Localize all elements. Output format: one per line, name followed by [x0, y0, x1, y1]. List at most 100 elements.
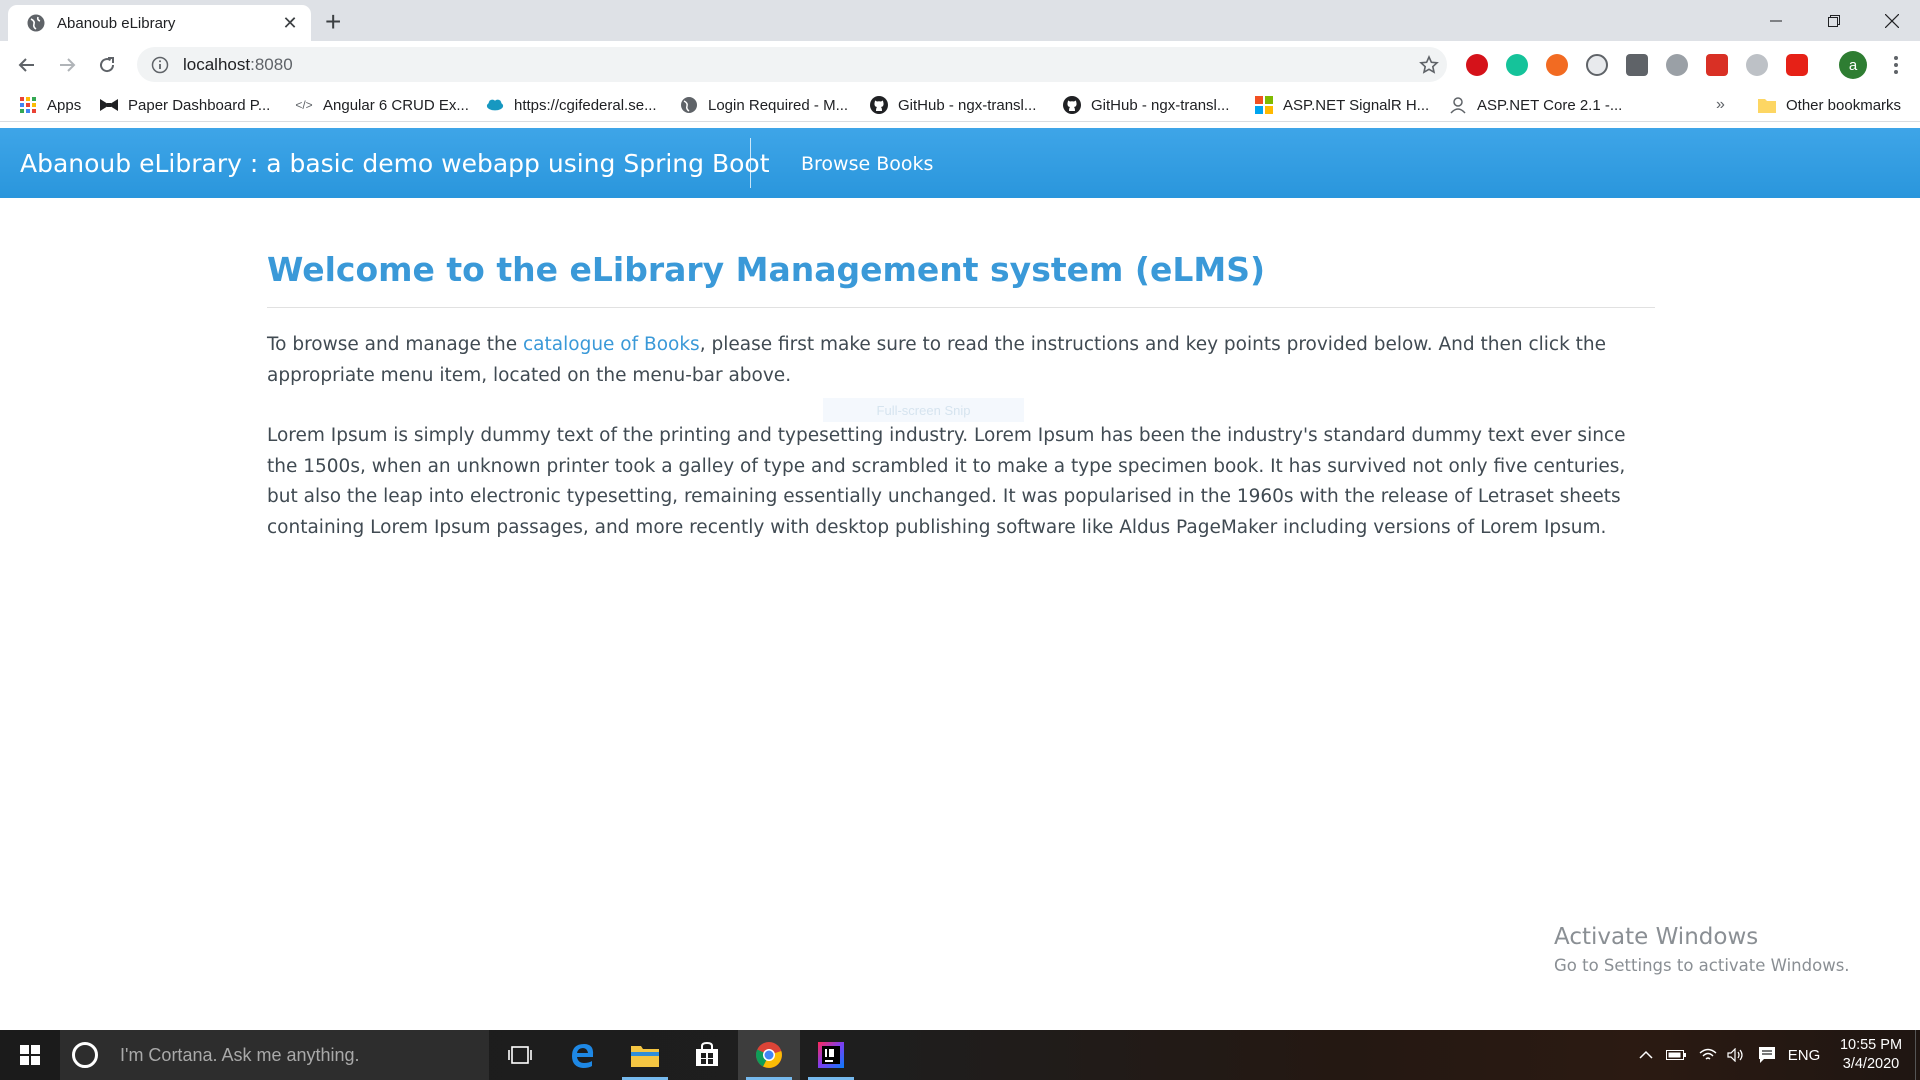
bookmark-star-icon[interactable]	[1411, 54, 1447, 75]
restore-icon	[1828, 14, 1840, 27]
bookmark-label: Angular 6 CRUD Ex...	[323, 96, 469, 114]
main-content: Welcome to the eLibrary Management syste…	[267, 250, 1655, 543]
bookmark-label: ASP.NET Core 2.1 -...	[1477, 96, 1623, 114]
action-center-button[interactable]	[1752, 1030, 1782, 1080]
task-view-icon	[508, 1046, 532, 1064]
bookmark-github-2[interactable]: GitHub - ngx-transl...	[1063, 93, 1229, 117]
browser-menu-icon[interactable]	[1886, 53, 1906, 77]
chevron-up-icon	[1639, 1050, 1653, 1059]
bookmark-label: Apps	[47, 96, 82, 114]
bookmark-aspnet-core[interactable]: ASP.NET Core 2.1 -...	[1449, 93, 1622, 117]
bookmark-label: Paper Dashboard P...	[128, 96, 271, 114]
back-arrow-icon	[18, 58, 34, 72]
watermark-title: Activate Windows	[1554, 924, 1759, 950]
extension-red-icon[interactable]	[1706, 54, 1728, 76]
microsoft-icon	[1255, 96, 1273, 114]
dark-mode-icon[interactable]	[1586, 54, 1608, 76]
bookmarks-bar: Apps Paper Dashboard P... </> Angular 6 …	[0, 88, 1920, 122]
catalogue-link[interactable]: catalogue of Books	[523, 334, 700, 355]
restore-window-button[interactable]	[1805, 0, 1863, 41]
forward-arrow-icon	[60, 58, 76, 72]
bookmark-signalr[interactable]: ASP.NET SignalR H...	[1255, 93, 1429, 117]
extension-cloud-icon[interactable]	[1746, 54, 1768, 76]
cortana-search-box[interactable]: I'm Cortana. Ask me anything.	[60, 1030, 489, 1080]
cortana-icon	[72, 1042, 98, 1068]
bookmark-label: ASP.NET SignalR H...	[1283, 96, 1430, 114]
forward-button[interactable]	[50, 48, 84, 82]
nav-browse-books[interactable]: Browse Books	[801, 153, 933, 175]
url-text[interactable]: localhost:8080	[183, 55, 1411, 75]
extension-orange-icon[interactable]	[1546, 54, 1568, 76]
globe-icon	[27, 14, 45, 32]
grammarly-icon[interactable]	[1506, 54, 1528, 76]
clock-date: 3/4/2020	[1842, 1056, 1900, 1072]
store-icon	[696, 1042, 718, 1066]
snip-tooltip: Full-screen Snip	[823, 398, 1024, 422]
browser-toolbar: localhost:8080 a	[0, 41, 1920, 88]
apps-grid-icon	[19, 96, 37, 114]
intro-text-start: To browse and manage the	[267, 334, 524, 355]
windows-logo-icon	[20, 1045, 40, 1065]
new-tab-button[interactable]: +	[325, 6, 341, 38]
taskbar-intellij[interactable]	[800, 1030, 862, 1080]
app-navbar: Abanoub eLibrary : a basic demo webapp u…	[0, 128, 1920, 198]
folder-icon	[631, 1046, 659, 1067]
bookmark-github-1[interactable]: GitHub - ngx-transl...	[870, 93, 1036, 117]
windows-activation-watermark: Activate Windows Go to Settings to activ…	[1554, 924, 1850, 975]
input-language[interactable]: ENG	[1784, 1030, 1824, 1080]
bookmark-paper-dashboard[interactable]: Paper Dashboard P...	[100, 93, 270, 117]
browser-tab[interactable]: Abanoub eLibrary ✕	[8, 5, 311, 41]
windows-taskbar: I'm Cortana. Ask me anything. ENG 10:55 …	[0, 1030, 1920, 1080]
bookmark-angular-crud[interactable]: </> Angular 6 CRUD Ex...	[295, 93, 469, 117]
close-window-button[interactable]	[1863, 0, 1920, 41]
taskbar-edge[interactable]	[552, 1030, 614, 1080]
back-button[interactable]	[10, 48, 44, 82]
start-button[interactable]	[0, 1030, 60, 1080]
bookmark-cgifederal[interactable]: https://cgifederal.se...	[486, 93, 657, 117]
other-bookmarks-folder[interactable]: Other bookmarks	[1758, 93, 1901, 117]
extension-dots-icon[interactable]	[1666, 54, 1688, 76]
taskbar-chrome[interactable]	[738, 1030, 800, 1080]
show-desktop-button[interactable]	[1915, 1030, 1920, 1080]
reload-button[interactable]	[90, 48, 124, 82]
bookmark-label: Other bookmarks	[1786, 96, 1902, 114]
edge-icon	[572, 1044, 594, 1068]
avatar-icon	[1449, 96, 1467, 114]
task-view-button[interactable]	[489, 1030, 551, 1080]
address-bar[interactable]: localhost:8080	[137, 47, 1447, 82]
close-tab-icon[interactable]: ✕	[279, 13, 301, 34]
globe-icon	[680, 96, 698, 114]
music-extension-icon[interactable]	[1466, 54, 1488, 76]
taskbar-file-explorer[interactable]	[614, 1030, 676, 1080]
youtube-extension-icon[interactable]	[1786, 54, 1808, 76]
taskbar-clock[interactable]: 10:55 PM 3/4/2020	[1826, 1036, 1916, 1074]
bookmark-login-required[interactable]: Login Required - M...	[680, 93, 848, 117]
close-icon	[1885, 13, 1899, 28]
wifi-button[interactable]	[1694, 1030, 1722, 1080]
info-icon[interactable]	[151, 56, 169, 74]
bookmark-apps[interactable]: Apps	[19, 93, 81, 117]
show-hidden-icons-button[interactable]	[1634, 1030, 1658, 1080]
navbar-divider	[750, 138, 751, 188]
bookmark-label: GitHub - ngx-transl...	[898, 96, 1037, 114]
url-host: localhost	[183, 54, 251, 74]
bookmarks-overflow-button[interactable]: »	[1716, 93, 1725, 117]
clock-time: 10:55 PM	[1839, 1037, 1903, 1053]
browser-tab-strip: Abanoub eLibrary ✕ +	[0, 0, 1920, 41]
angular-devtools-icon[interactable]	[1626, 54, 1648, 76]
minimize-window-button[interactable]	[1747, 0, 1805, 41]
intellij-icon	[818, 1042, 844, 1068]
volume-button[interactable]	[1722, 1030, 1750, 1080]
app-brand[interactable]: Abanoub eLibrary : a basic demo webapp u…	[20, 149, 770, 178]
taskbar-store[interactable]	[676, 1030, 738, 1080]
battery-button[interactable]	[1662, 1030, 1690, 1080]
bookmark-label: Login Required - M...	[708, 96, 849, 114]
bookmark-label: https://cgifederal.se...	[514, 96, 657, 114]
github-icon	[870, 96, 888, 114]
bowtie-icon	[100, 96, 118, 114]
lorem-paragraph: Lorem Ipsum is simply dummy text of the …	[267, 425, 1626, 538]
reload-icon	[100, 57, 115, 73]
speaker-icon	[1727, 1048, 1743, 1062]
page-title: Welcome to the eLibrary Management syste…	[267, 250, 1655, 308]
profile-avatar[interactable]: a	[1839, 51, 1867, 79]
